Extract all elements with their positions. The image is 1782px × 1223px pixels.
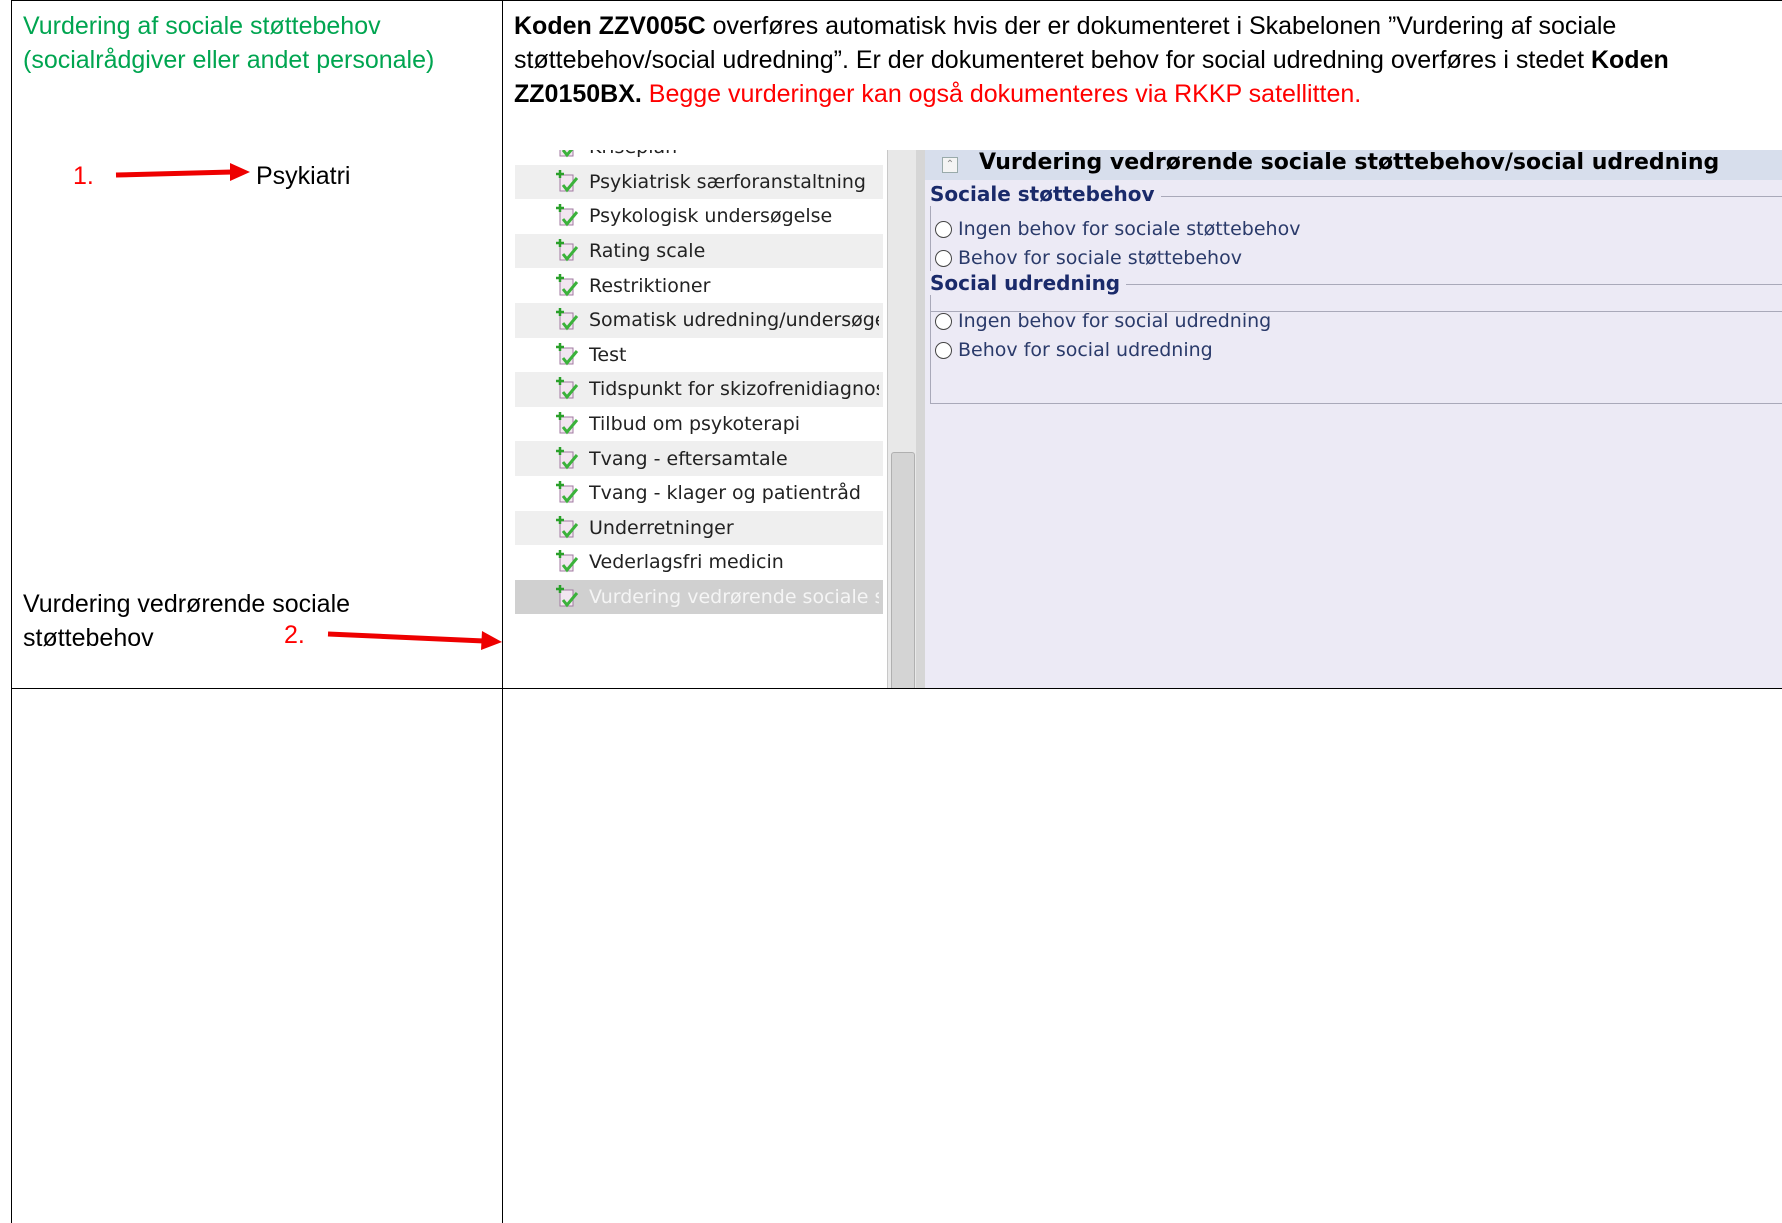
add-document-icon bbox=[555, 238, 581, 264]
template-tree: Kriseplan Psykiatrisk særforanstaltning Ps… bbox=[515, 150, 883, 688]
tree-item[interactable]: Test bbox=[515, 338, 883, 373]
tree-item[interactable]: Tvang - eftersamtale bbox=[515, 441, 883, 476]
tree-item-label: Test bbox=[589, 343, 627, 366]
embedded-screenshot: Kriseplan Psykiatrisk særforanstaltning Ps… bbox=[515, 150, 1782, 688]
radio-label: Ingen behov for sociale støttebehov bbox=[958, 218, 1301, 240]
step-1-arrow bbox=[115, 163, 250, 181]
legend-sociale-stottebehov: Sociale støttebehov bbox=[930, 182, 1161, 206]
radio-circle[interactable] bbox=[935, 341, 952, 359]
radio-circle[interactable] bbox=[935, 312, 952, 330]
tree-item[interactable]: Vurdering vedrørende sociale støttebehov bbox=[515, 579, 883, 615]
step-2-label-line2: støttebehov bbox=[23, 624, 154, 652]
tree-item[interactable]: Tidspunkt for skizofrenidiagnose bbox=[515, 372, 883, 407]
add-document-icon bbox=[555, 446, 581, 472]
tree-item-label: Tvang - eftersamtale bbox=[589, 447, 788, 470]
panel-title: Vurdering vedrørende sociale støttebehov… bbox=[979, 150, 1720, 175]
add-document-icon bbox=[555, 515, 581, 541]
step-1-label: Psykiatri bbox=[256, 162, 351, 190]
add-document-icon bbox=[555, 411, 581, 437]
tree-item-label: Rating scale bbox=[589, 240, 706, 263]
tree-item-label: Psykologisk undersøgelse bbox=[589, 205, 833, 228]
tree-item-label: Underretninger bbox=[589, 516, 734, 539]
step-2-label-line1: Vurdering vedrørende sociale bbox=[23, 590, 351, 618]
tree-item-label: Psykiatrisk særforanstaltning bbox=[589, 170, 866, 193]
add-document-icon bbox=[555, 584, 581, 610]
add-document-icon bbox=[555, 169, 581, 195]
step-1-number: 1. bbox=[73, 162, 94, 190]
panel-header: ⌃ Vurdering vedrørende sociale støttebeh… bbox=[925, 150, 1782, 180]
tree-item[interactable]: Psykologisk undersøgelse bbox=[515, 199, 883, 234]
instruction-red-note: Begge vurderinger kan også dokumenteres … bbox=[641, 80, 1362, 108]
radio-ingen-behov-udredning[interactable]: Ingen behov for social udredning bbox=[935, 310, 1271, 332]
code-zzv005c: Koden ZZV005C bbox=[514, 12, 706, 40]
collapse-icon[interactable]: ⌃ bbox=[942, 157, 958, 173]
radio-behov-udredning[interactable]: Behov for social udredning bbox=[935, 339, 1213, 361]
table-row-divider bbox=[11, 688, 1782, 689]
radio-label: Ingen behov for social udredning bbox=[958, 310, 1272, 332]
step-2-arrow bbox=[327, 631, 502, 650]
tree-item-label: Vurdering vedrørende sociale støttebehov bbox=[589, 586, 879, 609]
tree-item[interactable]: Tilbud om psykoterapi bbox=[515, 407, 883, 442]
tree-item[interactable]: Tvang - klager og patientråd bbox=[515, 476, 883, 511]
tree-item[interactable]: Underretninger bbox=[515, 510, 883, 546]
add-document-icon bbox=[555, 203, 581, 229]
radio-circle[interactable] bbox=[935, 220, 952, 238]
tree-item-label: Vederlagsfri medicin bbox=[589, 551, 784, 574]
tree-item[interactable]: Kriseplan bbox=[515, 150, 883, 165]
tree-item[interactable]: Somatisk udredning/undersøgelse bbox=[515, 303, 883, 338]
add-document-icon bbox=[555, 342, 581, 368]
assessment-panel: ⌃ Vurdering vedrørende sociale støttebeh… bbox=[925, 150, 1782, 688]
tree-item[interactable]: Vederlagsfri medicin bbox=[515, 545, 883, 580]
panel-splitter[interactable] bbox=[916, 150, 925, 688]
legend-social-udredning: Social udredning bbox=[930, 271, 1127, 295]
tree-item-label: Somatisk udredning/undersøgelse bbox=[589, 309, 879, 332]
add-document-icon bbox=[555, 273, 581, 299]
add-document-icon bbox=[555, 480, 581, 506]
radio-label: Behov for sociale støttebehov bbox=[958, 247, 1242, 269]
tree-item-label: Tidspunkt for skizofrenidiagnose bbox=[589, 378, 879, 401]
tree-item-label: Restriktioner bbox=[589, 274, 711, 297]
add-document-icon bbox=[555, 307, 581, 333]
add-document-icon bbox=[555, 376, 581, 402]
step-2-number: 2. bbox=[284, 621, 305, 649]
tree-item-label: Kriseplan bbox=[589, 150, 879, 158]
radio-ingen-behov-stotte[interactable]: Ingen behov for sociale støttebehov bbox=[935, 218, 1300, 240]
add-document-icon bbox=[555, 150, 581, 160]
tree-scrollbar[interactable] bbox=[887, 150, 916, 688]
tree-item[interactable]: Restriktioner bbox=[515, 268, 883, 303]
tree-item-label: Tilbud om psykoterapi bbox=[589, 413, 801, 436]
tree-item[interactable]: Rating scale bbox=[515, 233, 883, 269]
left-description-cell: Vurdering af sociale støttebehov (social… bbox=[12, 1, 502, 688]
section-title: Vurdering af sociale støttebehov (social… bbox=[23, 9, 493, 77]
tree-item[interactable]: Psykiatrisk særforanstaltning bbox=[515, 164, 883, 200]
add-document-icon bbox=[555, 549, 581, 575]
radio-circle[interactable] bbox=[935, 249, 952, 267]
section-title-line2: (socialrådgiver eller andet personale) bbox=[23, 46, 435, 74]
radio-behov-stotte[interactable]: Behov for sociale støttebehov bbox=[935, 247, 1242, 269]
section-title-line1: Vurdering af sociale støttebehov bbox=[23, 12, 381, 40]
tree-item-label: Tvang - klager og patientråd bbox=[589, 482, 861, 505]
tree-scrollbar-thumb[interactable] bbox=[891, 452, 915, 688]
instruction-text: Koden ZZV005C overføres automatisk hvis … bbox=[514, 9, 1776, 111]
radio-label: Behov for social udredning bbox=[958, 339, 1213, 361]
